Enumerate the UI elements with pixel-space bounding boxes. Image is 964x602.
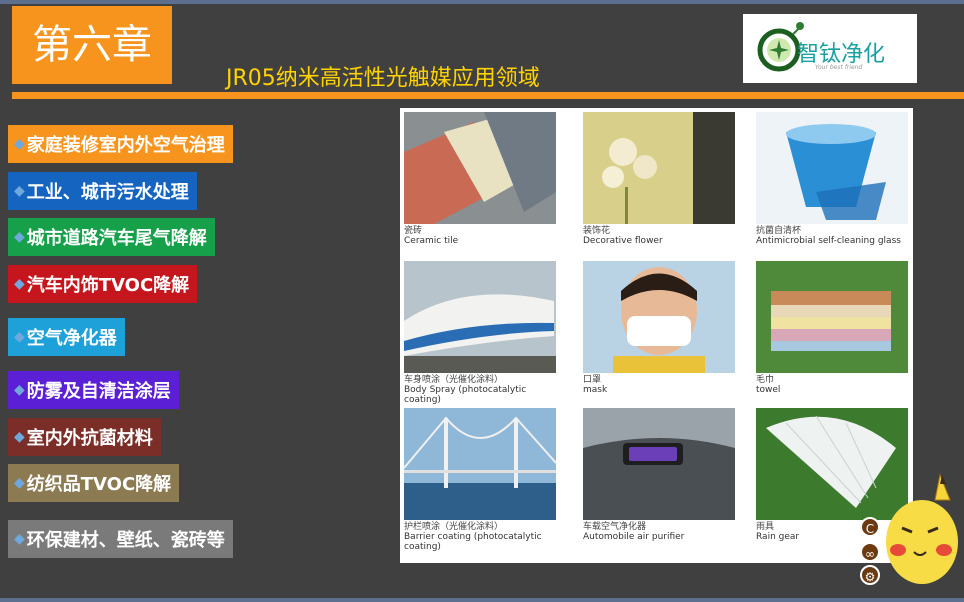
chapter-label: 第六章 bbox=[12, 6, 172, 84]
link-icon[interactable]: ∞ bbox=[860, 542, 880, 562]
diamond-bullet-icon: ◆ bbox=[14, 429, 25, 445]
ceramic-tile-image bbox=[404, 112, 556, 224]
gallery-item-flower: 装饰花 Decorative flower bbox=[583, 112, 743, 262]
app-item-air-purifier: ◆ 空气净化器 bbox=[8, 318, 125, 356]
diamond-bullet-icon: ◆ bbox=[14, 329, 25, 345]
gallery-item-towel: 毛巾 towel bbox=[756, 261, 916, 411]
app-label: 家庭装修室内外空气治理 bbox=[26, 135, 225, 156]
caption-en: Antimicrobial self-cleaning glass bbox=[756, 236, 901, 246]
app-item-antifog: ◆ 防雾及自清洁涂层 bbox=[8, 371, 179, 409]
company-logo: 智钛净化 Your best friend bbox=[743, 14, 917, 83]
gear-icon[interactable]: ⚙ bbox=[860, 565, 880, 585]
app-label: 防雾及自清洁涂层 bbox=[26, 381, 171, 402]
diamond-bullet-icon: ◆ bbox=[14, 382, 25, 398]
app-item-antibacterial: ◆ 室内外抗菌材料 bbox=[8, 418, 161, 456]
bottom-border bbox=[0, 598, 964, 602]
slide: 第六章 JR05纳米高活性光触媒应用领域 智钛净化 Your best frie… bbox=[0, 0, 964, 602]
diamond-bullet-icon: ◆ bbox=[14, 475, 25, 491]
app-item-textile: ◆ 纺织品TVOC降解 bbox=[8, 464, 180, 502]
caption-en: towel bbox=[756, 385, 781, 395]
diamond-bullet-icon: ◆ bbox=[14, 136, 25, 152]
diamond-bullet-icon: ◆ bbox=[14, 276, 25, 292]
app-label: 环保建材、壁纸、瓷砖等 bbox=[26, 530, 225, 551]
app-label: 工业、城市污水处理 bbox=[26, 182, 189, 203]
caption-cn: 护栏喷涂（光催化涂料） bbox=[404, 522, 504, 532]
caption-cn: 瓷砖 bbox=[404, 226, 423, 236]
divider-line bbox=[12, 92, 964, 99]
application-gallery: 瓷砖 Ceramic tile 装饰花 Decorative flower 抗菌自清… bbox=[400, 108, 913, 563]
caption-cn: 抗菌自清杯 bbox=[756, 226, 802, 236]
self-cleaning-glass-image bbox=[756, 112, 908, 224]
app-label: 汽车内饰TVOC降解 bbox=[26, 275, 190, 296]
bridge-barrier-image bbox=[404, 408, 556, 520]
caption-cn: 毛巾 bbox=[756, 375, 775, 385]
c-letter-icon[interactable]: C bbox=[860, 517, 880, 537]
caption-cn: 口罩 bbox=[583, 375, 602, 385]
caption-en: mask bbox=[583, 385, 608, 395]
gallery-item-ceramic-tile: 瓷砖 Ceramic tile bbox=[404, 112, 564, 262]
gallery-item-car-purifier: 车载空气净化器 Automobile air purifier bbox=[583, 408, 743, 558]
app-label: 城市道路汽车尾气降解 bbox=[26, 228, 207, 249]
caption-en: Decorative flower bbox=[583, 236, 663, 246]
gallery-item-glass: 抗菌自清杯 Antimicrobial self-cleaning glass bbox=[756, 112, 916, 262]
diamond-bullet-icon: ◆ bbox=[14, 229, 25, 245]
decorative-flower-image bbox=[583, 112, 735, 224]
gallery-item-bridge: 护栏喷涂（光催化涂料） Barrier coating (photocatalyt… bbox=[404, 408, 564, 558]
diamond-bullet-icon: ◆ bbox=[14, 183, 25, 199]
app-item-home-air: ◆ 家庭装修室内外空气治理 bbox=[8, 125, 233, 163]
train-body-image bbox=[404, 261, 556, 373]
caption-en: Body Spray (photocatalytic coating) bbox=[404, 385, 527, 405]
app-label: 室内外抗菌材料 bbox=[26, 428, 153, 449]
caption-cn: 装饰花 bbox=[583, 226, 611, 236]
top-border bbox=[0, 0, 964, 4]
gallery-item-train: 车身喷涂（光催化涂料） Body Spray (photocatalytic co… bbox=[404, 261, 564, 411]
app-item-exhaust: ◆ 城市道路汽车尾气降解 bbox=[8, 218, 215, 256]
app-item-car-interior: ◆ 汽车内饰TVOC降解 bbox=[8, 265, 198, 303]
towel-image bbox=[756, 261, 908, 373]
car-air-purifier-image bbox=[583, 408, 735, 520]
caption-en: Ceramic tile bbox=[404, 236, 459, 246]
pikachu-mascot-icon bbox=[886, 473, 958, 584]
caption-en: Automobile air purifier bbox=[583, 532, 685, 542]
app-item-sewage: ◆ 工业、城市污水处理 bbox=[8, 172, 197, 210]
diamond-bullet-icon: ◆ bbox=[14, 531, 25, 547]
caption-en: Barrier coating (photocatalytic coating) bbox=[404, 532, 542, 552]
app-label: 纺织品TVOC降解 bbox=[26, 474, 172, 495]
mask-image bbox=[583, 261, 735, 373]
app-label: 空气净化器 bbox=[26, 328, 117, 349]
slide-title: JR05纳米高活性光触媒应用领域 bbox=[226, 66, 540, 91]
caption-cn: 车身喷涂（光催化涂料） bbox=[404, 375, 504, 385]
app-item-building-materials: ◆ 环保建材、壁纸、瓷砖等 bbox=[8, 520, 233, 558]
logo-tagline: Your best friend bbox=[815, 64, 863, 71]
gallery-item-mask: 口罩 mask bbox=[583, 261, 743, 411]
caption-cn: 车载空气净化器 bbox=[583, 522, 647, 532]
